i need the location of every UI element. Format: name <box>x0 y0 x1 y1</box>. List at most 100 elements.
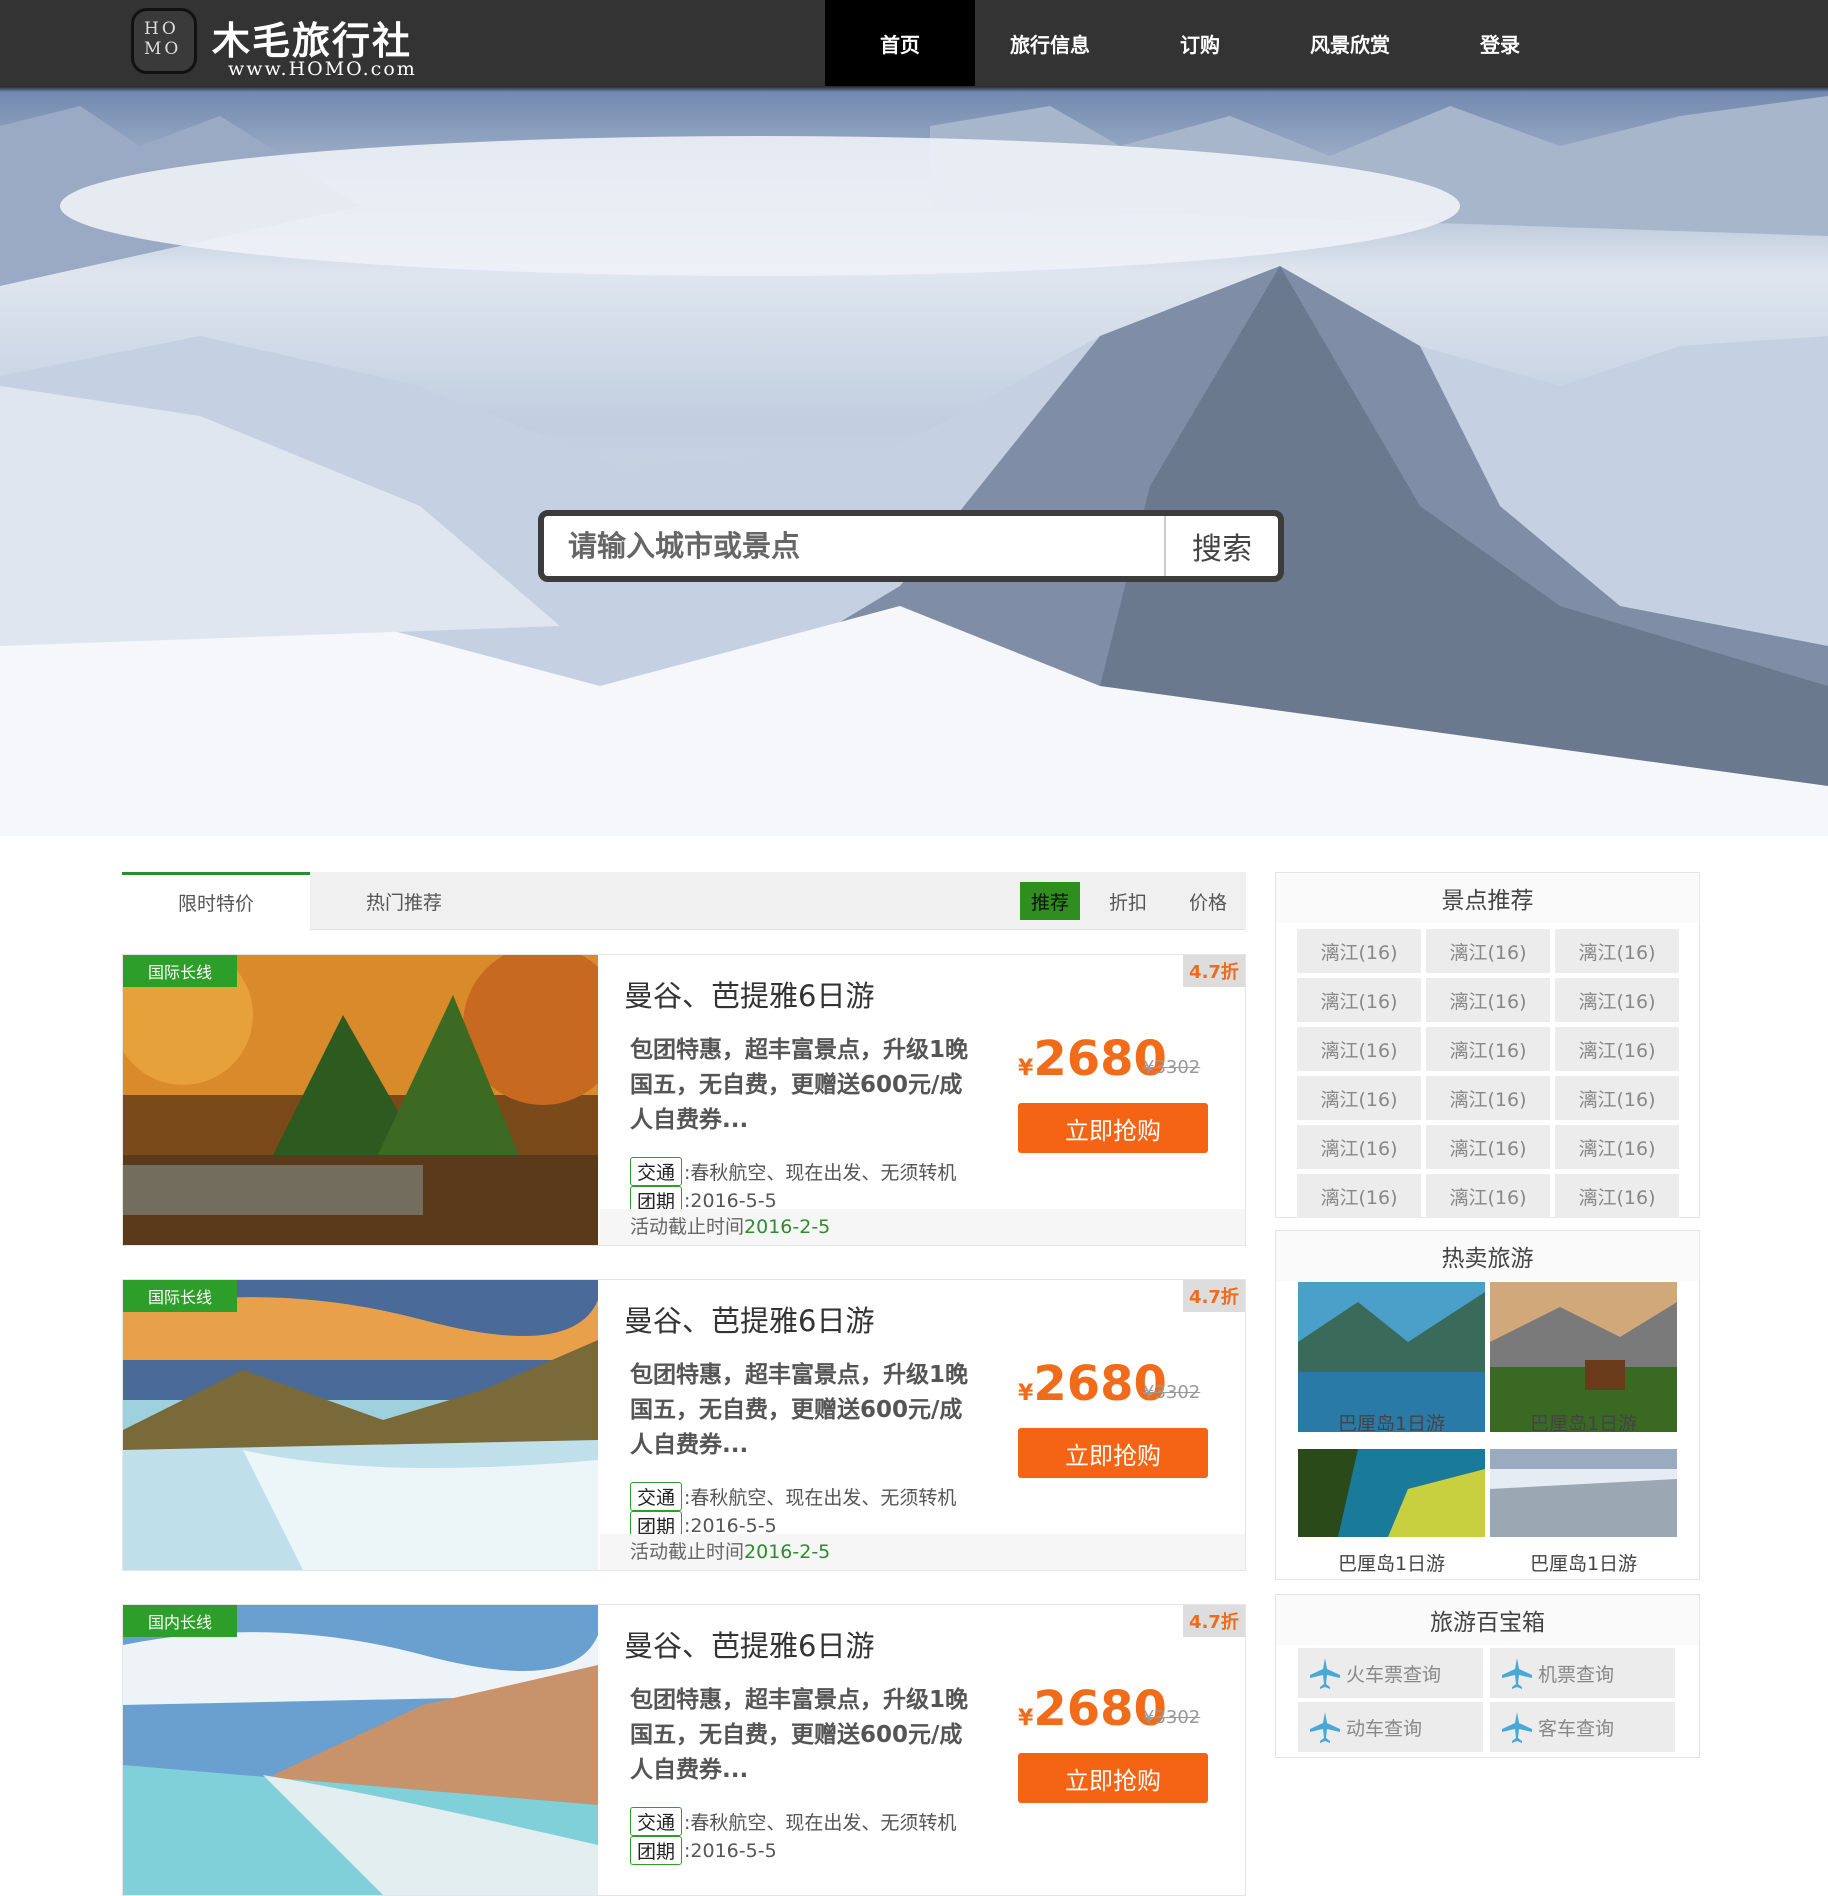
hot-tour-label[interactable]: 巴厘岛1日游 <box>1490 1409 1677 1431</box>
traffic-info: 交通 :春秋航空、现在出发、无须转机 <box>630 1482 956 1511</box>
hot-tour-photo-snow-forest[interactable] <box>1490 1449 1677 1537</box>
nav-item-travel-info[interactable]: 旅行信息 <box>975 0 1125 86</box>
spot-item[interactable]: 漓江(16) <box>1297 929 1421 973</box>
sort-discount[interactable]: 折扣 <box>1098 882 1158 920</box>
brand-url: www.HOMO.com <box>228 58 417 80</box>
discount-badge: 4.7折 <box>1183 1605 1245 1637</box>
spot-item[interactable]: 漓江(16) <box>1426 1174 1550 1218</box>
toolbox-title: 旅游百宝箱 <box>1276 1595 1699 1645</box>
currency-symbol: ¥ <box>1018 1706 1034 1731</box>
sort-recommend[interactable]: 推荐 <box>1020 882 1080 920</box>
product-title[interactable]: 曼谷、芭提雅6日游 <box>624 1298 874 1340</box>
nav-item-order[interactable]: 订购 <box>1125 0 1275 86</box>
nav-item-home[interactable]: 首页 <box>825 0 975 86</box>
traffic-value: :春秋航空、现在出发、无须转机 <box>684 1812 957 1834</box>
tool-label: 客车查询 <box>1538 1717 1615 1740</box>
product-photo-salt-lake[interactable] <box>123 1605 598 1895</box>
hero-banner: 搜索 <box>0 86 1828 836</box>
deadline-label: 活动截止时间 <box>630 1541 745 1563</box>
nav-item-scenery[interactable]: 风景欣赏 <box>1275 0 1425 86</box>
spot-item[interactable]: 漓江(16) <box>1297 978 1421 1022</box>
spot-item[interactable]: 漓江(16) <box>1426 929 1550 973</box>
traffic-label: 交通 <box>630 1482 683 1511</box>
discount-badge: 4.7折 <box>1183 1280 1245 1312</box>
product-description: 包团特惠，超丰富景点，升级1晚国五，无自费，更赠送600元/成人自费券... <box>630 1037 969 1133</box>
product-tag: 国际长线 <box>123 955 237 987</box>
search-button[interactable]: 搜索 <box>1164 516 1278 576</box>
product-description: 包团特惠，超丰富景点，升级1晚国五，无自费，更赠送600元/成人自费券... <box>630 1687 969 1783</box>
tool-label: 机票查询 <box>1538 1663 1615 1686</box>
header-shadow <box>0 86 1828 92</box>
product-photo-autumn-forest[interactable] <box>123 955 598 1245</box>
traffic-value: :春秋航空、现在出发、无须转机 <box>684 1162 957 1184</box>
sort-price[interactable]: 价格 <box>1178 882 1238 920</box>
bus-query-button[interactable]: 客车查询 <box>1490 1702 1675 1752</box>
product-tag: 国际长线 <box>123 1280 237 1312</box>
nav-item-login[interactable]: 登录 <box>1425 0 1575 86</box>
spot-item[interactable]: 漓江(16) <box>1555 1076 1679 1120</box>
buy-now-button[interactable]: 立即抢购 <box>1018 1753 1208 1803</box>
spot-item[interactable]: 漓江(16) <box>1555 1125 1679 1169</box>
traffic-label: 交通 <box>630 1157 683 1186</box>
currency-symbol: ¥ <box>1018 1056 1034 1081</box>
spots-panel: 景点推荐 漓江(16) 漓江(16) 漓江(16) 漓江(16) 漓江(16) … <box>1275 872 1700 1218</box>
travel-toolbox-panel: 旅游百宝箱 火车票查询 机票查询 动车查询 客车查询 <box>1275 1594 1700 1758</box>
product-description: 包团特惠，超丰富景点，升级1晚国五，无自费，更赠送600元/成人自费券... <box>630 1362 969 1458</box>
spot-item[interactable]: 漓江(16) <box>1555 1174 1679 1218</box>
deal-tabs: 限时特价 热门推荐 推荐 折扣 价格 <box>122 872 1246 930</box>
deadline-date: 2016-2-5 <box>744 1541 831 1563</box>
product-tag: 国内长线 <box>123 1605 237 1637</box>
product-card: 国际长线 4.7折 曼谷、芭提雅6日游 包团特惠，超丰富景点，升级1晚国五，无自… <box>122 1279 1246 1571</box>
hot-tour-photo-tropical[interactable] <box>1298 1449 1485 1537</box>
hot-tours-panel: 热卖旅游 巴厘岛1日游 巴厘岛1日游 巴厘岛1日游 巴厘岛1日游 <box>1275 1230 1700 1580</box>
spot-item[interactable]: 漓江(16) <box>1426 1027 1550 1071</box>
original-price: ¥3302 <box>1143 1382 1201 1403</box>
spot-item[interactable]: 漓江(16) <box>1297 1076 1421 1120</box>
top-navbar: HO MO 木毛旅行社 www.HOMO.com 首页 旅行信息 订购 风景欣赏… <box>0 0 1828 92</box>
airplane-icon <box>1502 1712 1532 1743</box>
deadline-label: 活动截止时间 <box>630 1216 745 1238</box>
spot-item[interactable]: 漓江(16) <box>1555 929 1679 973</box>
spot-item[interactable]: 漓江(16) <box>1297 1174 1421 1218</box>
train-ticket-query-button[interactable]: 火车票查询 <box>1298 1648 1483 1698</box>
hot-tour-label[interactable]: 巴厘岛1日游 <box>1298 1409 1485 1431</box>
search-input[interactable] <box>544 516 1164 576</box>
discount-badge: 4.7折 <box>1183 955 1245 987</box>
tab-hot-recommend[interactable]: 热门推荐 <box>310 872 498 930</box>
hot-tour-label[interactable]: 巴厘岛1日游 <box>1298 1549 1485 1576</box>
deadline-date: 2016-2-5 <box>744 1216 831 1238</box>
logo-badge[interactable]: HO MO <box>131 8 197 74</box>
spot-item[interactable]: 漓江(16) <box>1426 1076 1550 1120</box>
product-title[interactable]: 曼谷、芭提雅6日游 <box>624 973 874 1015</box>
currency-symbol: ¥ <box>1018 1381 1034 1406</box>
airplane-icon <box>1502 1658 1532 1689</box>
product-card: 国内长线 4.7折 曼谷、芭提雅6日游 包团特惠，超丰富景点，升级1晚国五，无自… <box>122 1604 1246 1896</box>
group-value: :2016-5-5 <box>684 1839 777 1862</box>
original-price: ¥3302 <box>1143 1707 1201 1728</box>
buy-now-button[interactable]: 立即抢购 <box>1018 1103 1208 1153</box>
original-price: ¥3302 <box>1143 1057 1201 1078</box>
spot-item[interactable]: 漓江(16) <box>1555 1027 1679 1071</box>
spot-item[interactable]: 漓江(16) <box>1555 978 1679 1022</box>
spot-item[interactable]: 漓江(16) <box>1297 1027 1421 1071</box>
hot-tours-title: 热卖旅游 <box>1276 1231 1699 1281</box>
airplane-icon <box>1310 1712 1340 1743</box>
product-photo-mountain-lake[interactable] <box>123 1280 598 1570</box>
traffic-value: :春秋航空、现在出发、无须转机 <box>684 1487 957 1509</box>
product-card: 国际长线 4.7折 曼谷、芭提雅6日游 包团特惠，超丰富景点，升级1晚国五，无自… <box>122 954 1246 1246</box>
spot-item[interactable]: 漓江(16) <box>1426 1125 1550 1169</box>
flight-ticket-query-button[interactable]: 机票查询 <box>1490 1648 1675 1698</box>
tool-label: 动车查询 <box>1346 1717 1423 1740</box>
tab-limited-offer[interactable]: 限时特价 <box>122 872 310 930</box>
product-title[interactable]: 曼谷、芭提雅6日游 <box>624 1623 874 1665</box>
tool-label: 火车票查询 <box>1346 1663 1442 1686</box>
bullet-train-query-button[interactable]: 动车查询 <box>1298 1702 1483 1752</box>
spot-item[interactable]: 漓江(16) <box>1426 978 1550 1022</box>
deadline: 活动截止时间2016-2-5 <box>600 1534 1245 1570</box>
buy-now-button[interactable]: 立即抢购 <box>1018 1428 1208 1478</box>
brand-name[interactable]: 木毛旅行社 <box>212 10 412 65</box>
spot-item[interactable]: 漓江(16) <box>1297 1125 1421 1169</box>
hot-tour-label[interactable]: 巴厘岛1日游 <box>1490 1549 1677 1576</box>
spots-title: 景点推荐 <box>1276 873 1699 923</box>
deadline: 活动截止时间2016-2-5 <box>600 1209 1245 1245</box>
